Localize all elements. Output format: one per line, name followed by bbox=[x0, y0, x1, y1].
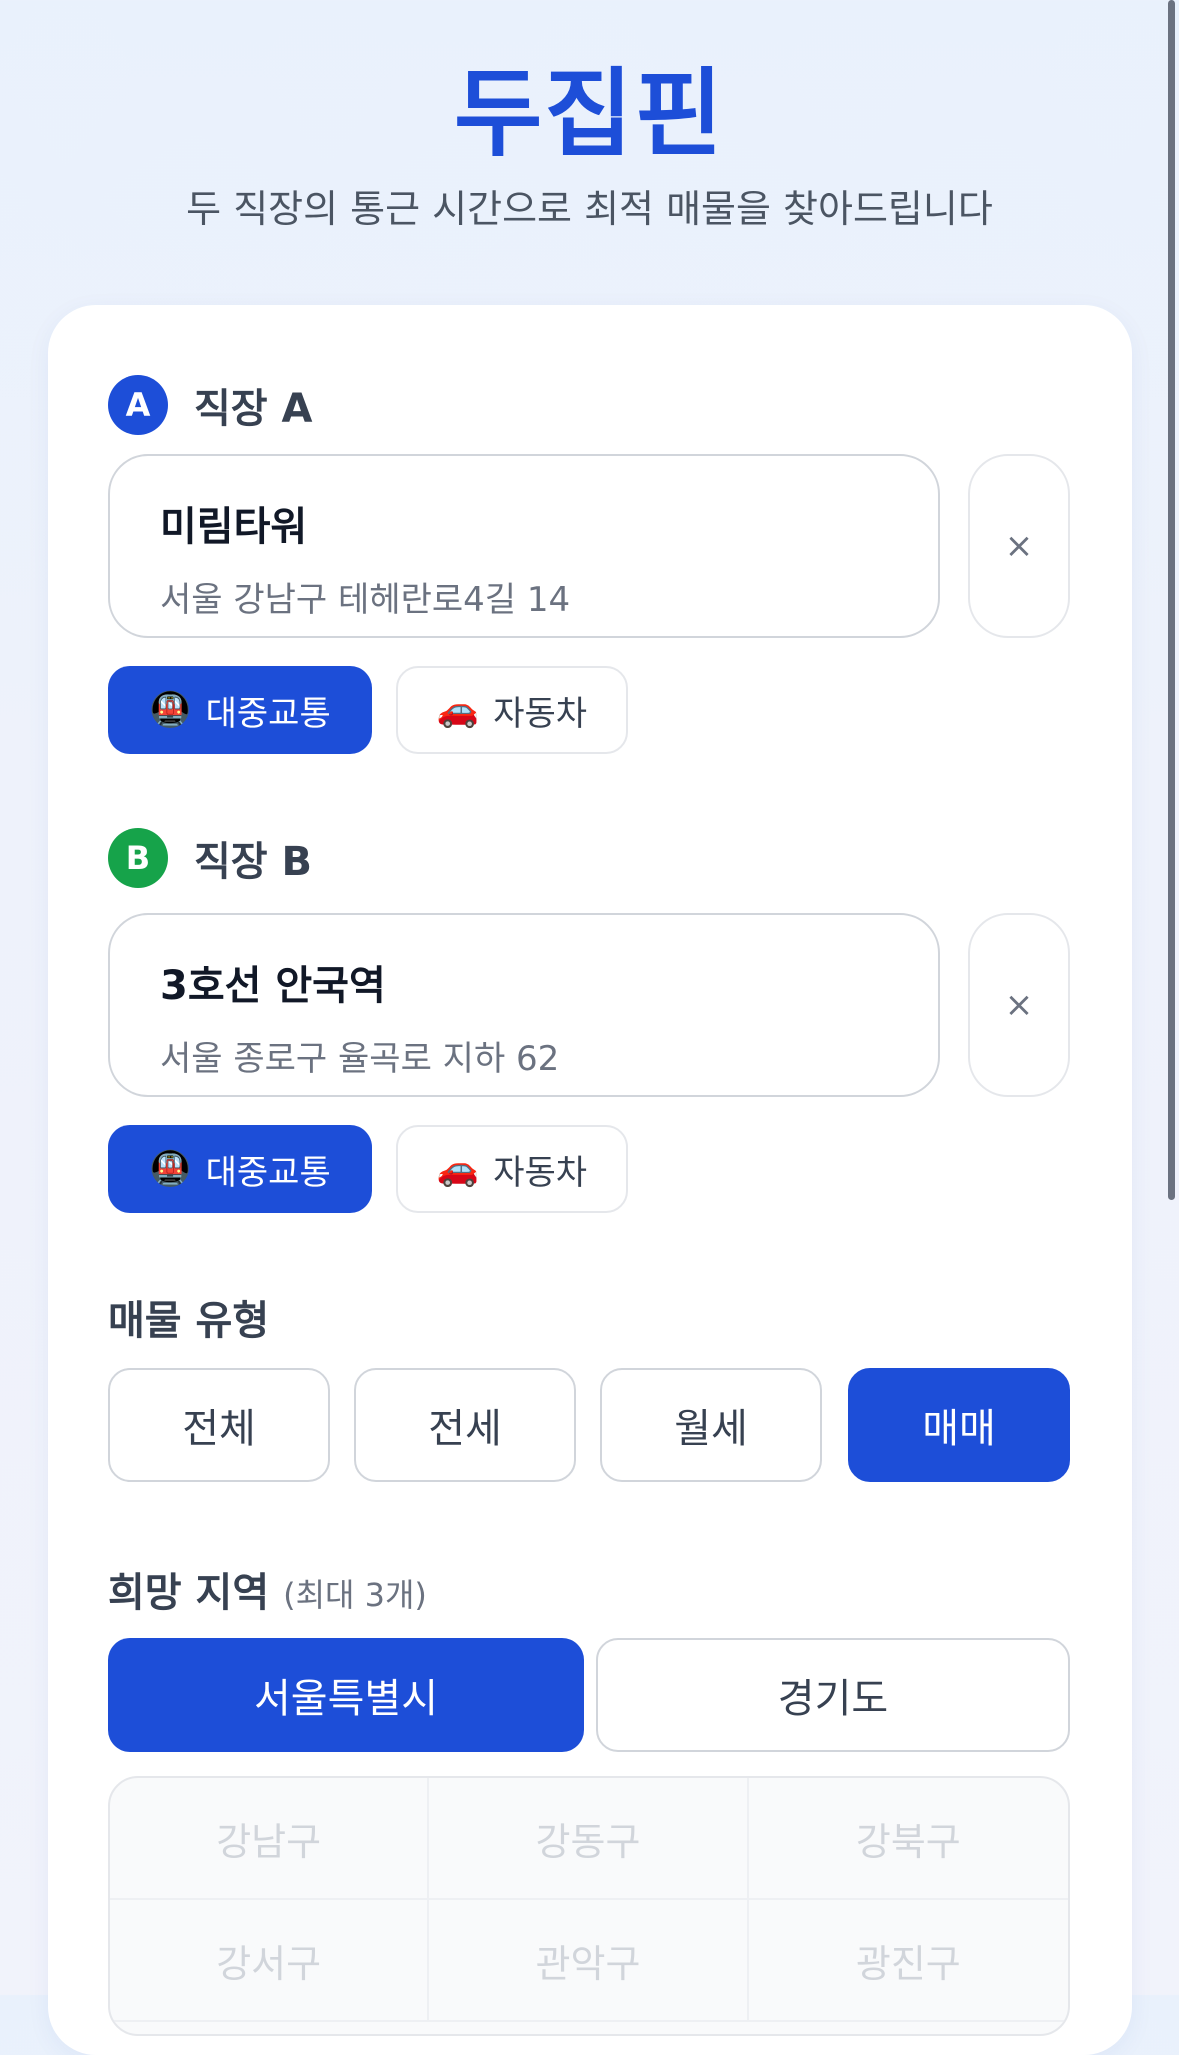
workplace-a-car-button[interactable]: 🚗 자동차 bbox=[396, 666, 628, 754]
transit-label: 대중교통 bbox=[205, 1152, 331, 1193]
district-option[interactable]: 강남구 bbox=[110, 1778, 430, 1900]
region-tab-seoul[interactable]: 서울특별시 bbox=[108, 1638, 584, 1752]
workplace-a-place-address: 서울 강남구 테헤란로4길 14 bbox=[160, 580, 571, 620]
workplace-b-place-name: 3호선 안국역 bbox=[160, 963, 386, 1009]
workplace-b-clear-button[interactable]: × bbox=[968, 913, 1070, 1097]
district-option[interactable]: 강동구 bbox=[429, 1778, 749, 1900]
type-option-all[interactable]: 전체 bbox=[108, 1368, 330, 1482]
workplace-a-label: 직장 A bbox=[194, 386, 313, 432]
subway-icon: 🚇 bbox=[149, 1149, 192, 1189]
workplace-b-car-button[interactable]: 🚗 자동차 bbox=[396, 1125, 628, 1213]
region-tab-gyeonggi[interactable]: 경기도 bbox=[596, 1638, 1070, 1752]
transit-label: 대중교통 bbox=[205, 693, 331, 734]
district-grid: 강남구 강동구 강북구 강서구 관악구 광진구 bbox=[108, 1776, 1070, 2036]
car-icon: 🚗 bbox=[436, 690, 480, 730]
region-title: 희망 지역 (최대 3개) bbox=[108, 1560, 427, 1618]
workplace-a-place-name: 미림타워 bbox=[160, 504, 308, 550]
car-label: 자동차 bbox=[493, 1152, 588, 1193]
district-option[interactable]: 강북구 bbox=[748, 1778, 1068, 1900]
workplace-b-transit-button[interactable]: 🚇 대중교통 bbox=[108, 1125, 372, 1213]
workplace-b-label: 직장 B bbox=[194, 839, 313, 885]
page-scrollbar[interactable] bbox=[1168, 0, 1175, 1200]
subway-icon: 🚇 bbox=[149, 690, 192, 730]
workplace-a-transit-button[interactable]: 🚇 대중교통 bbox=[108, 666, 372, 754]
property-type-title: 매물 유형 bbox=[108, 1298, 270, 1344]
workplace-b-address-field[interactable]: 3호선 안국역 서울 종로구 율곡로 지하 62 bbox=[108, 913, 940, 1097]
workplace-a-clear-button[interactable]: × bbox=[968, 454, 1070, 638]
workplace-a-address-field[interactable]: 미림타워 서울 강남구 테헤란로4길 14 bbox=[108, 454, 940, 638]
app-title: 두집핀 bbox=[454, 58, 725, 170]
region-title-text: 희망 지역 bbox=[108, 1570, 270, 1616]
workplace-b-place-address: 서울 종로구 율곡로 지하 62 bbox=[160, 1039, 560, 1079]
workplace-a-badge: A bbox=[108, 375, 168, 435]
workplace-b-header: B 직장 B bbox=[108, 828, 312, 888]
workplace-b-badge: B bbox=[108, 828, 168, 888]
region-limit-hint: (최대 3개) bbox=[283, 1576, 427, 1614]
district-option[interactable]: 강서구 bbox=[110, 1900, 430, 2022]
app-subtitle: 두 직장의 통근 시간으로 최적 매물을 찾아드립니다 bbox=[186, 187, 993, 231]
type-option-jeonse[interactable]: 전세 bbox=[354, 1368, 576, 1482]
close-icon: × bbox=[1004, 985, 1034, 1025]
close-icon: × bbox=[1004, 526, 1034, 566]
type-option-sale[interactable]: 매매 bbox=[848, 1368, 1070, 1482]
workplace-a-header: A 직장 A bbox=[108, 375, 312, 435]
district-option[interactable]: 광진구 bbox=[748, 1900, 1068, 2022]
district-option[interactable]: 관악구 bbox=[429, 1900, 749, 2022]
car-label: 자동차 bbox=[493, 693, 588, 734]
car-icon: 🚗 bbox=[436, 1149, 480, 1189]
type-option-monthly[interactable]: 월세 bbox=[600, 1368, 822, 1482]
